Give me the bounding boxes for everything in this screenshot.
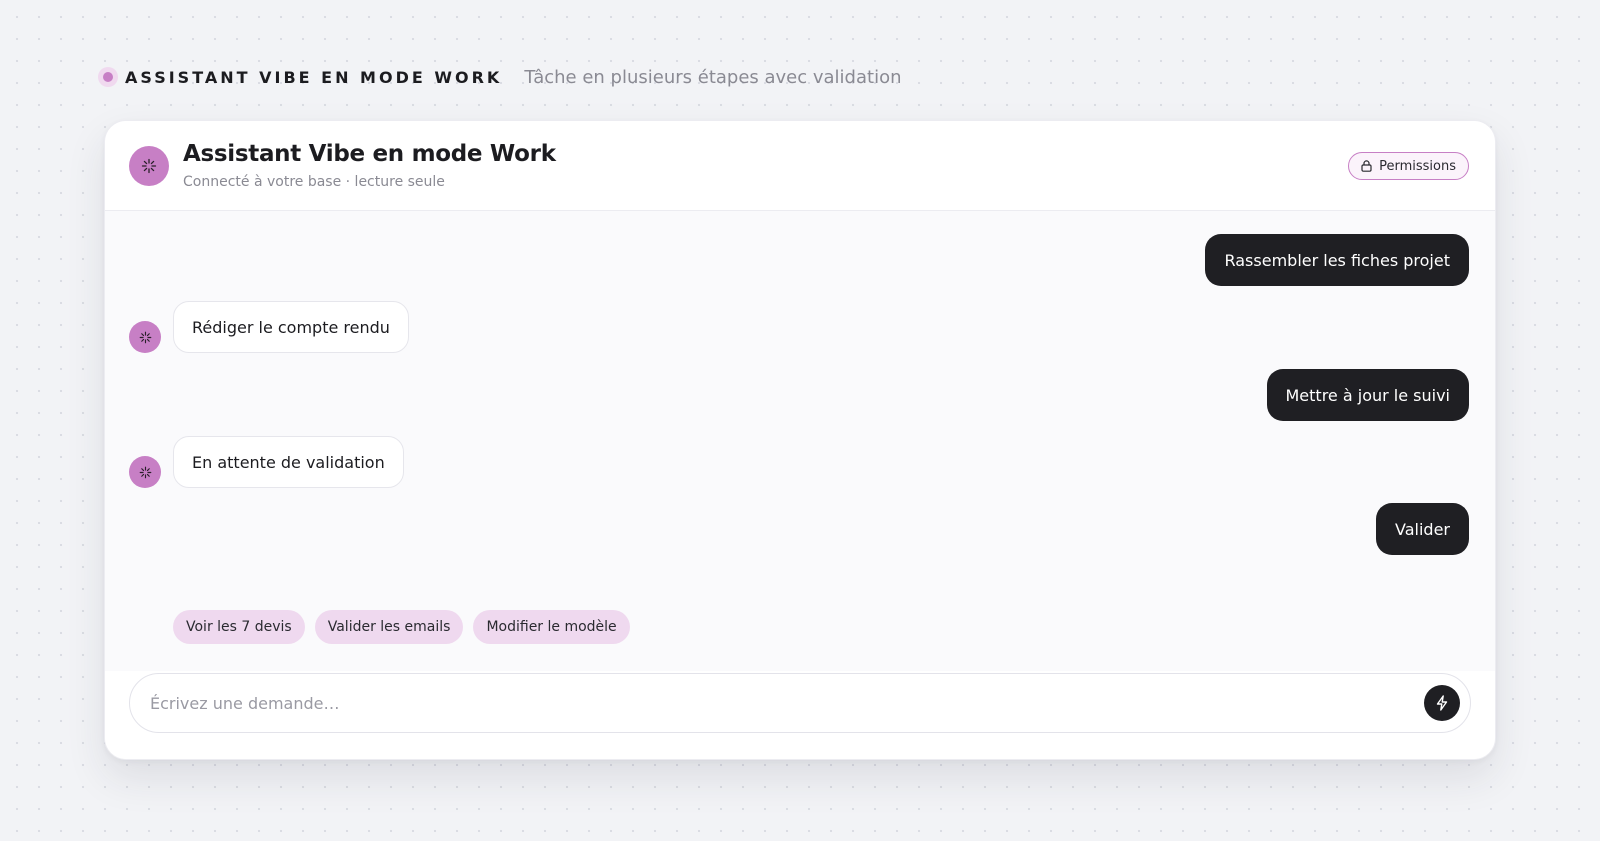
chat-subtitle: Connecté à votre base · lecture seule [183,174,445,190]
assistant-avatar [129,146,169,186]
chat-window: Assistant Vibe en mode Work Connecté à v… [104,120,1496,760]
message-list: Rassembler les fiches projet Rédiger le … [105,212,1495,672]
page-title: ASSISTANT VIBE EN MODE WORK [125,67,503,87]
composer [129,673,1471,733]
sparkle-icon [139,331,151,343]
user-message: Rassembler les fiches projet [1205,234,1469,286]
lock-icon [1361,160,1372,172]
user-message: Valider [1376,503,1469,555]
chat-title: Assistant Vibe en mode Work [183,141,556,167]
assistant-avatar [129,321,161,353]
assistant-message: En attente de validation [173,436,404,488]
lightning-icon [1436,695,1448,711]
composer-area [105,671,1495,759]
permissions-button[interactable]: Permissions [1348,152,1469,180]
permissions-label: Permissions [1379,158,1456,174]
suggestion-chips: Voir les 7 devis Valider les emails Modi… [173,610,640,644]
suggestion-chip[interactable]: Modifier le modèle [473,610,630,644]
assistant-message-row: Rédiger le compte rendu [129,301,409,353]
assistant-message: Rédiger le compte rendu [173,301,409,353]
suggestion-chip[interactable]: Voir les 7 devis [173,610,305,644]
assistant-message-row: En attente de validation [129,436,404,488]
send-button[interactable] [1424,685,1460,721]
page-heading: ASSISTANT VIBE EN MODE WORK Tâche en plu… [98,64,902,90]
suggestion-chip[interactable]: Valider les emails [314,610,464,644]
assistant-avatar [129,456,161,488]
status-dot-icon [98,67,118,87]
sparkle-icon [141,158,157,174]
user-message: Mettre à jour le suivi [1266,369,1469,421]
message-input[interactable] [150,674,1390,732]
sparkle-icon [139,466,151,478]
page-subtitle: Tâche en plusieurs étapes avec validatio… [524,66,902,88]
chat-header: Assistant Vibe en mode Work Connecté à v… [105,121,1495,211]
